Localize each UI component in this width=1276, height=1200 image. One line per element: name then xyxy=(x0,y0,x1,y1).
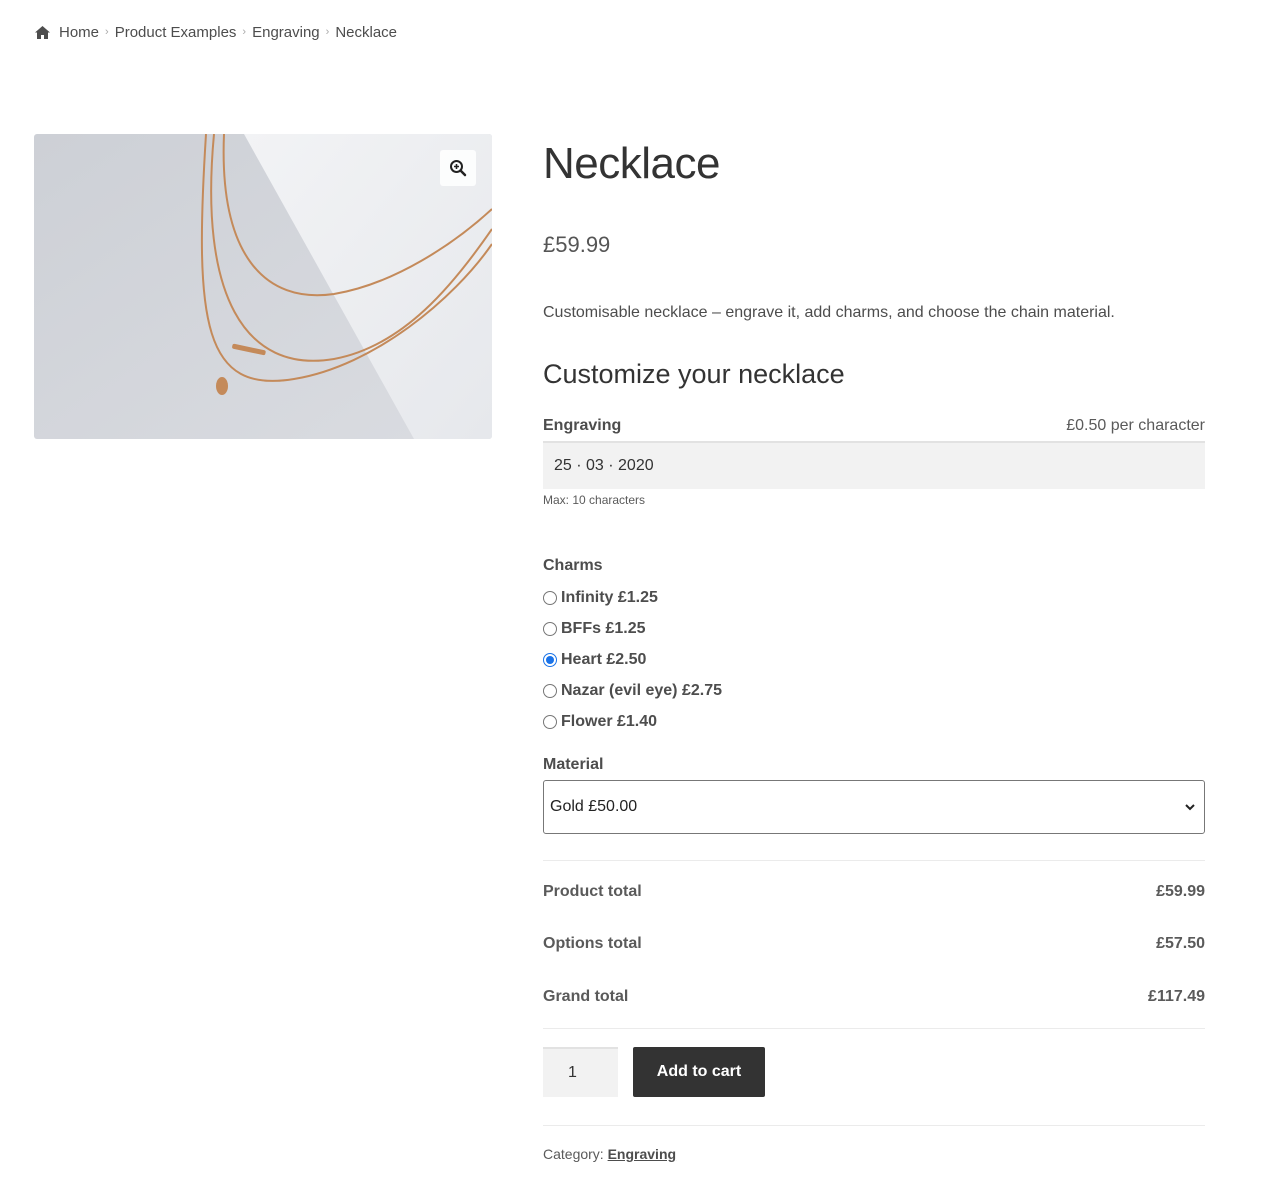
charm-option-nazar[interactable]: Nazar (evil eye) £2.75 xyxy=(543,675,722,706)
charm-option-label: Infinity £1.25 xyxy=(561,588,658,606)
add-to-cart-button[interactable]: Add to cart xyxy=(633,1047,765,1097)
options-total-row: Options total £57.50 xyxy=(543,934,1205,954)
grand-total-row: Grand total £117.49 xyxy=(543,987,1205,1007)
radio-button-checked[interactable] xyxy=(543,652,557,667)
engraving-hint: Max: 10 characters xyxy=(543,493,646,507)
product-image xyxy=(34,134,492,439)
options-total-label: Options total xyxy=(543,935,642,952)
charm-option-heart[interactable]: Heart £2.50 xyxy=(543,644,722,675)
radio-button[interactable] xyxy=(543,590,557,605)
material-select[interactable]: Gold £50.00 xyxy=(543,780,1205,834)
options-total-value: £57.50 xyxy=(1156,935,1205,952)
charm-option-label: Heart £2.50 xyxy=(561,650,647,668)
breadcrumb-product-examples-link[interactable]: Product Examples xyxy=(115,24,237,41)
breadcrumb: Home › Product Examples › Engraving › Ne… xyxy=(34,22,397,42)
charm-option-label: Nazar (evil eye) £2.75 xyxy=(561,681,722,699)
divider xyxy=(543,1125,1205,1126)
radio-button[interactable] xyxy=(543,714,557,729)
material-label: Material xyxy=(543,756,604,773)
quantity-input[interactable]: 1 xyxy=(543,1047,618,1097)
zoom-in-icon xyxy=(450,160,467,177)
material-selected-value: Gold £50.00 xyxy=(550,798,638,815)
product-total-label: Product total xyxy=(543,883,642,900)
grand-total-label: Grand total xyxy=(543,988,629,1005)
product-total-value: £59.99 xyxy=(1156,883,1205,900)
breadcrumb-current: Necklace xyxy=(335,23,398,41)
product-meta: Category: Engraving xyxy=(543,1144,676,1164)
engraving-price-note: £0.50 per character xyxy=(1066,417,1205,434)
charm-option-label: Flower £1.40 xyxy=(561,712,658,730)
product-description: Customisable necklace – engrave it, add … xyxy=(543,304,1115,321)
breadcrumb-separator-icon: › xyxy=(242,26,247,38)
breadcrumb-home-link[interactable]: Home xyxy=(59,24,99,41)
engraving-label: Engraving xyxy=(543,417,622,434)
grand-total-value: £117.49 xyxy=(1148,988,1205,1005)
customize-heading: Customize your necklace xyxy=(543,359,845,389)
category-link[interactable]: Engraving xyxy=(608,1146,676,1162)
breadcrumb-engraving-link[interactable]: Engraving xyxy=(252,24,320,41)
radio-button[interactable] xyxy=(543,621,557,636)
charm-option-bffs[interactable]: BFFs £1.25 xyxy=(543,613,722,644)
divider xyxy=(543,1028,1205,1029)
breadcrumb-separator-icon: › xyxy=(325,26,330,38)
charm-option-flower[interactable]: Flower £1.40 xyxy=(543,706,722,737)
product-total-row: Product total £59.99 xyxy=(543,882,1205,902)
zoom-button[interactable] xyxy=(440,150,476,186)
engraving-input[interactable] xyxy=(543,441,1205,489)
category-label: Category: xyxy=(543,1146,604,1162)
radio-button[interactable] xyxy=(543,683,557,698)
charms-radio-group: Infinity £1.25 BFFs £1.25 Heart £2.50 Na… xyxy=(543,582,722,737)
divider xyxy=(543,860,1205,861)
chevron-down-icon xyxy=(1185,804,1195,811)
charm-option-label: BFFs £1.25 xyxy=(561,619,646,637)
charms-label: Charms xyxy=(543,557,603,574)
charm-option-infinity[interactable]: Infinity £1.25 xyxy=(543,582,722,613)
product-title: Necklace xyxy=(543,139,720,188)
product-price: £59.99 xyxy=(543,232,611,257)
engraving-label-row: Engraving £0.50 per character xyxy=(543,416,1205,436)
breadcrumb-separator-icon: › xyxy=(105,26,109,38)
home-icon[interactable] xyxy=(34,25,51,40)
product-gallery[interactable] xyxy=(34,134,492,439)
